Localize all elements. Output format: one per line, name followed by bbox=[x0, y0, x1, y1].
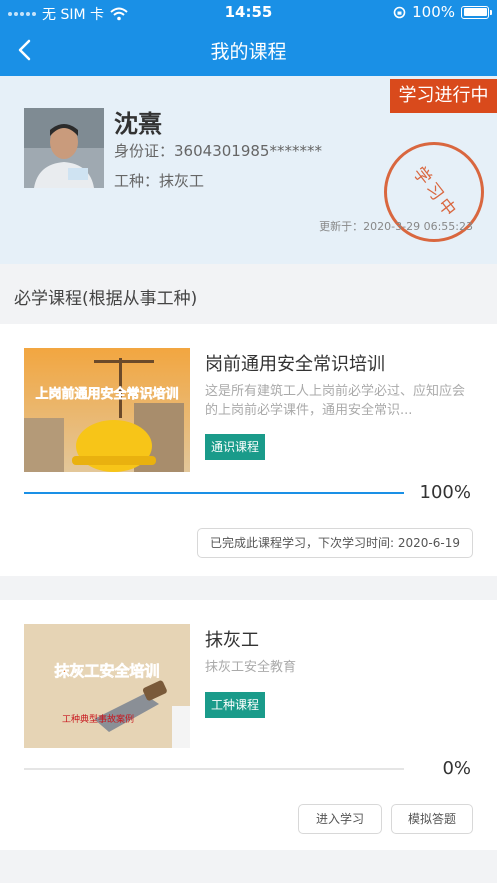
progress-percent: 0% bbox=[442, 758, 471, 779]
course-description: 这是所有建筑工人上岗前必学必过、应知应会的上岗前必学课件，通用安全常识... bbox=[205, 384, 466, 418]
status-right: 100% bbox=[393, 3, 492, 21]
updated-label: 更新于： bbox=[319, 220, 364, 233]
page-title: 我的课程 bbox=[210, 41, 287, 63]
status-bar: 无 SIM 卡 14:55 100% bbox=[0, 0, 497, 24]
id-value: 3604301985******* bbox=[174, 142, 322, 160]
mock-exam-button[interactable]: 模拟答题 bbox=[391, 804, 473, 834]
course-thumbnail: 上岗前通用安全常识培训 bbox=[24, 348, 190, 472]
course-description: 抹灰工安全教育 bbox=[205, 660, 297, 675]
updated-time: 更新于：2020-3-29 06:55:23 bbox=[319, 218, 473, 234]
profile-card: 学习进行中 沈熹 身份证：3604301985******* 工种：抹灰工 学习… bbox=[0, 76, 497, 264]
course-tag: 通识课程 bbox=[205, 434, 266, 460]
section-header: 必学课程(根据从事工种) bbox=[0, 264, 497, 324]
id-number: 身份证：3604301985******* bbox=[114, 140, 322, 161]
course-card[interactable]: 上岗前通用安全常识培训 岗前通用安全常识培训 这是所有建筑工人上岗前必学必过、应… bbox=[0, 324, 497, 576]
course-tag: 工种课程 bbox=[205, 692, 266, 718]
nav-bar: 我的课程 bbox=[0, 24, 497, 76]
type-value: 抹灰工 bbox=[159, 172, 205, 190]
thumb-subcaption: 工种典型事故案例 bbox=[62, 713, 134, 725]
battery-label: 100% bbox=[412, 3, 455, 21]
rotation-lock-icon bbox=[393, 6, 406, 18]
progress-fill bbox=[24, 492, 404, 494]
progress-bar bbox=[24, 492, 404, 494]
type-label: 工种： bbox=[114, 172, 160, 190]
course-title[interactable]: 抹灰工 bbox=[205, 626, 259, 652]
status-ribbon: 学习进行中 bbox=[390, 79, 497, 113]
section-title: 必学课程(根据从事工种) bbox=[14, 289, 198, 309]
thumb-caption: 抹灰工安全培训 bbox=[54, 662, 159, 680]
progress-bar bbox=[24, 768, 404, 770]
course-card[interactable]: 抹灰工安全培训 工种典型事故案例 抹灰工 抹灰工安全教育 工种课程 0% 进入学… bbox=[0, 600, 497, 850]
work-type: 工种：抹灰工 bbox=[114, 170, 204, 191]
top-bar: 无 SIM 卡 14:55 100% 我的课程 bbox=[0, 0, 497, 76]
user-name: 沈熹 bbox=[114, 110, 162, 138]
enter-learning-button[interactable]: 进入学习 bbox=[298, 804, 382, 834]
progress-percent: 100% bbox=[419, 482, 471, 503]
id-label: 身份证： bbox=[114, 142, 175, 160]
avatar bbox=[24, 108, 104, 188]
completion-status: 已完成此课程学习，下次学习时间: 2020-6-19 bbox=[197, 528, 473, 558]
thumb-caption: 上岗前通用安全常识培训 bbox=[35, 386, 178, 402]
course-title[interactable]: 岗前通用安全常识培训 bbox=[205, 350, 385, 376]
course-thumbnail: 抹灰工安全培训 工种典型事故案例 bbox=[24, 624, 190, 748]
updated-value: 2020-3-29 06:55:23 bbox=[363, 220, 473, 233]
battery-icon bbox=[461, 5, 492, 19]
